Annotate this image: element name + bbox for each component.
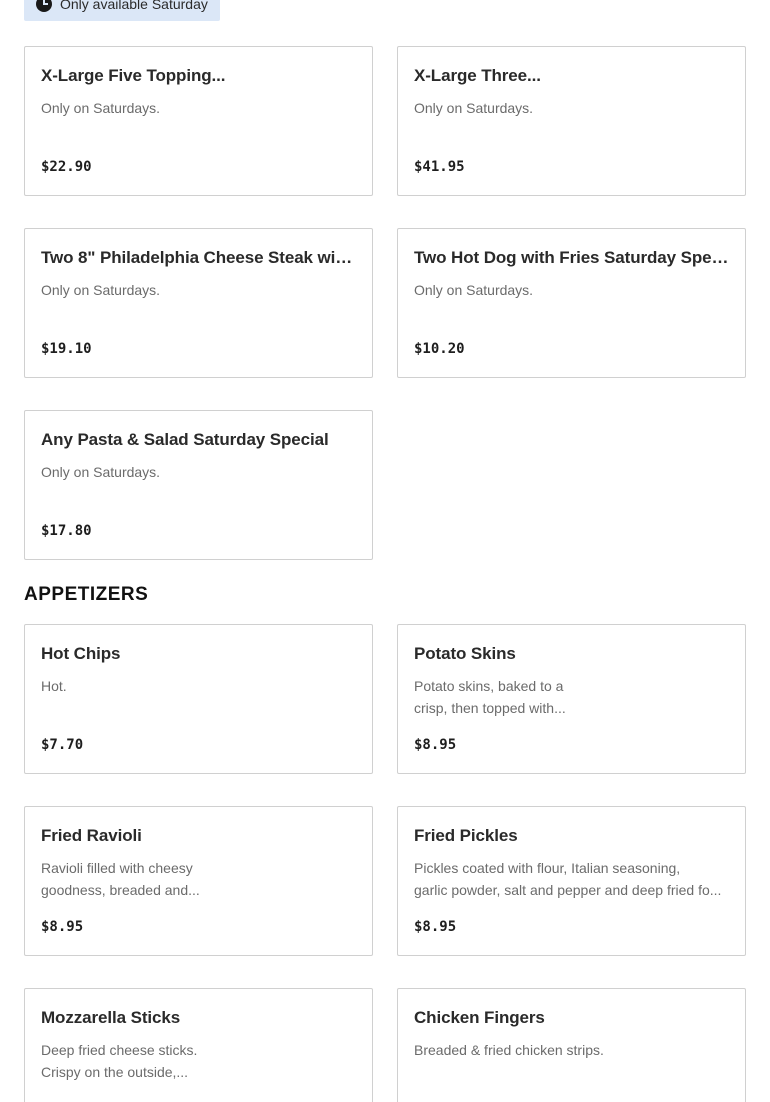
item-price: $10.20 [414, 341, 465, 357]
item-description: Deep fried cheese sticks. Crispy on the … [41, 1042, 198, 1080]
menu-item-card[interactable]: Potato Skins Potato skins, baked to a cr… [397, 624, 746, 774]
availability-badge: Only available Saturday [24, 0, 220, 21]
item-price: $8.95 [41, 919, 84, 935]
item-title: Any Pasta & Salad Saturday Special [41, 430, 329, 449]
item-title: Mozzarella Sticks [41, 1008, 181, 1027]
item-description: Ravioli filled with cheesy goodness, bre… [41, 860, 200, 898]
item-price: $8.95 [414, 919, 457, 935]
item-price: $8.95 [414, 737, 457, 753]
item-description: Only on Saturdays. [41, 100, 161, 116]
item-title: X-Large Three... [414, 66, 541, 85]
item-title: Chicken Fingers [414, 1008, 545, 1027]
clock-icon [36, 0, 52, 12]
menu-item-card[interactable]: X-Large Three... Only on Saturdays. $41.… [397, 46, 746, 196]
menu-item-card[interactable]: X-Large Five Topping... Only on Saturday… [24, 46, 373, 196]
item-title: Potato Skins [414, 644, 516, 663]
menu-item-card[interactable]: Fried Ravioli Ravioli filled with cheesy… [24, 806, 373, 956]
item-description: Potato skins, baked to a crisp, then top… [414, 678, 566, 716]
menu-item-card[interactable]: Two 8" Philadelphia Cheese Steak with...… [24, 228, 373, 378]
item-title: Fried Pickles [414, 826, 518, 845]
menu-item-card[interactable]: Any Pasta & Salad Saturday Special Only … [24, 410, 373, 560]
item-title: Fried Ravioli [41, 826, 142, 845]
item-price: $41.95 [414, 159, 465, 175]
item-description: Only on Saturdays. [414, 282, 534, 298]
menu-item-card[interactable]: Mozzarella Sticks Deep fried cheese stic… [24, 988, 373, 1102]
item-title: Two Hot Dog with Fries Saturday Special [414, 248, 729, 267]
item-description: Only on Saturdays. [41, 464, 161, 480]
availability-label: Only available Saturday [60, 0, 208, 12]
menu-page: Only available Saturday X-Large Five Top… [0, 0, 770, 1102]
menu-item-card[interactable]: Two Hot Dog with Fries Saturday Special … [397, 228, 746, 378]
item-price: $17.80 [41, 523, 92, 539]
item-price: $22.90 [41, 159, 92, 175]
item-description: Hot. [41, 678, 67, 694]
menu-item-card[interactable]: Chicken Fingers Breaded & fried chicken … [397, 988, 746, 1102]
menu-item-card[interactable]: Fried Pickles Pickles coated with flour,… [397, 806, 746, 956]
item-description: Only on Saturdays. [414, 100, 534, 116]
item-price: $19.10 [41, 341, 92, 357]
menu-item-card[interactable]: Hot Chips Hot. $7.70 [24, 624, 373, 774]
item-title: Two 8" Philadelphia Cheese Steak with... [41, 248, 356, 267]
item-description: Breaded & fried chicken strips. [414, 1042, 604, 1058]
item-description: Only on Saturdays. [41, 282, 161, 298]
section-heading: APPETIZERS [24, 584, 149, 605]
item-description: Pickles coated with flour, Italian seaso… [414, 860, 722, 898]
item-title: Hot Chips [41, 644, 121, 663]
item-price: $7.70 [41, 737, 84, 753]
item-title: X-Large Five Topping... [41, 66, 226, 85]
